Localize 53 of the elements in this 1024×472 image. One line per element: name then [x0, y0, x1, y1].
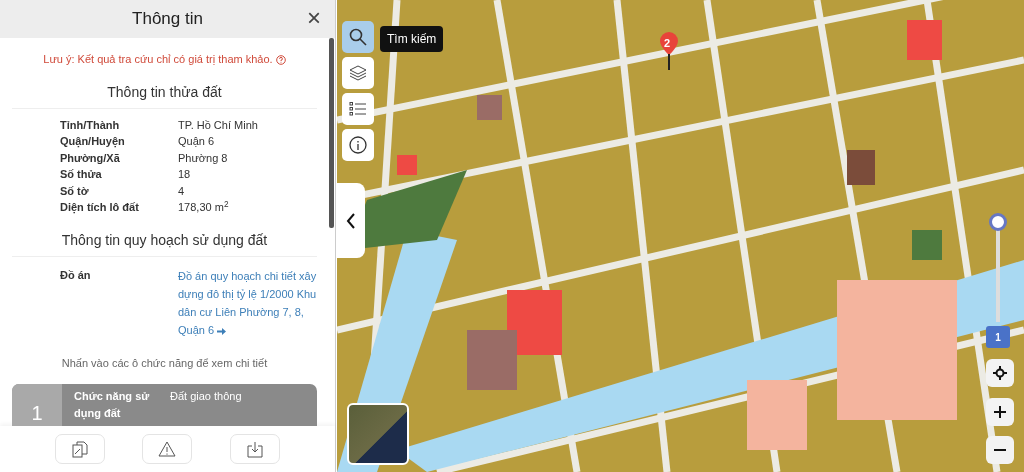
chevron-left-icon [346, 212, 356, 229]
locate-button[interactable] [986, 359, 1014, 387]
field-label: Quận/Huyện [60, 134, 126, 150]
marker-label: 2 [664, 36, 671, 51]
field-value: 178,30 m$^{2}$ [178, 199, 230, 215]
list-icon [349, 101, 367, 117]
search-icon [349, 28, 367, 46]
search-tool-button[interactable] [342, 21, 374, 53]
zone-number: 1 [12, 383, 62, 426]
search-tooltip: Tìm kiếm [380, 26, 444, 52]
zoom-out-button[interactable] [986, 436, 1014, 464]
field-value: 4 [178, 183, 186, 199]
close-button[interactable]: × [307, 6, 321, 30]
slider-reading: 1 [986, 326, 1010, 348]
layers-icon [349, 65, 367, 81]
plan-link[interactable]: Đồ án quy hoạch chi tiết xây dựng đô thị tỷ lệ 1/2000 Khu dân cư Liên Phường 7, 8, Quận 6 [178, 266, 317, 340]
warning-icon [158, 441, 177, 457]
hint-text: Nhấn vào các ô chức năng để xem chi tiết [60, 356, 269, 372]
collapse-button[interactable] [337, 183, 365, 258]
field-label: Phường/Xã [60, 150, 121, 166]
panel-title: Thông tin [132, 8, 203, 31]
map-marker-icon [659, 32, 679, 72]
field-label: Diện tích lô đất [60, 200, 140, 216]
help-icon[interactable] [275, 55, 286, 66]
crosshair-icon [993, 366, 1007, 380]
field-value: Phường 8 [178, 150, 229, 166]
field-label: Tỉnh/Thành [60, 117, 121, 133]
section-heading: Thông tin thửa đất [12, 81, 317, 109]
arrow-right-icon [217, 326, 227, 336]
field-label: Số tờ [60, 183, 90, 199]
download-icon [247, 440, 264, 458]
zone-label: Chức năng sử dụng đất [73, 388, 151, 422]
report-button[interactable] [142, 434, 193, 464]
zone-value: Đất giao thông [170, 388, 242, 404]
notice-text: Lưu ý: Kết quả tra cứu chỉ có giá trị tham khảo. [43, 53, 273, 65]
copy-button[interactable] [54, 434, 105, 464]
section-heading: Thông tin quy hoạch sử dụng đất [12, 229, 317, 257]
download-button[interactable] [230, 434, 281, 464]
info-icon [349, 136, 367, 154]
field-label: Số thửa [60, 167, 103, 182]
layers-tool-button[interactable] [342, 57, 374, 89]
scrollbar-thumb[interactable] [329, 38, 334, 228]
field-value: 18 [178, 167, 192, 182]
satellite-thumbnail[interactable] [347, 403, 409, 465]
zone-card[interactable]: 1 Chức năng sử dụng đất Đất giao thông [12, 383, 317, 426]
field-label: Đồ án [60, 267, 92, 283]
document-icon [71, 440, 88, 458]
field-value: Quận 6 [178, 134, 216, 149]
info-tool-button[interactable] [342, 129, 374, 161]
zoom-in-button[interactable] [986, 398, 1014, 426]
minus-icon [994, 448, 1006, 452]
plus-icon [994, 406, 1006, 418]
field-value: TP. Hồ Chí Minh [178, 117, 259, 133]
